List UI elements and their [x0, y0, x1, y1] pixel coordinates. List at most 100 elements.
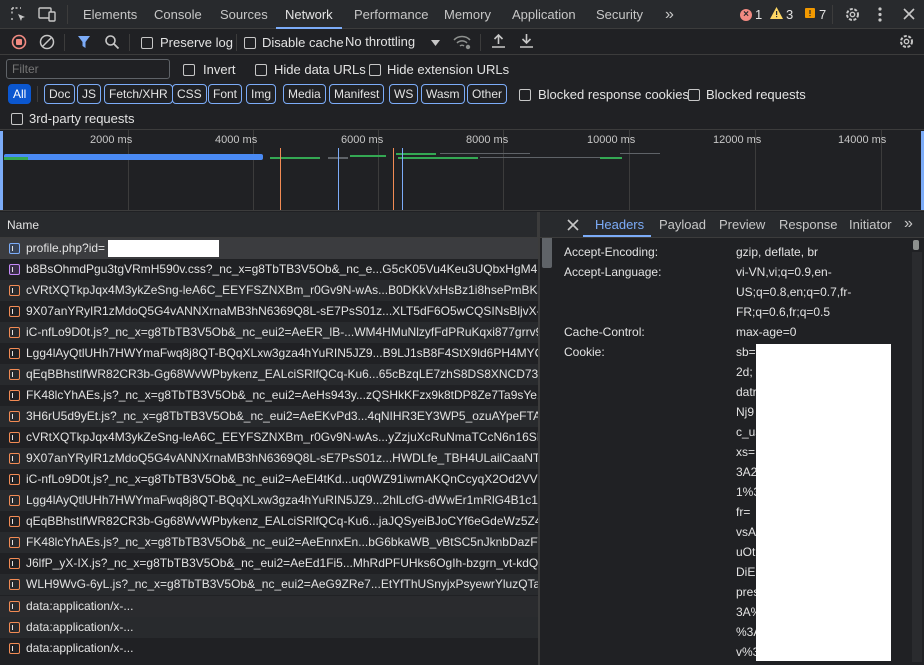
- request-row[interactable]: 9X07anYRyIR1zMdoQ5G4vANNXrnaMB3hN6369Q8L…: [0, 301, 538, 322]
- filter-chip-img[interactable]: Img: [246, 84, 277, 104]
- tab-performance[interactable]: Performance: [354, 0, 428, 29]
- request-name: FK48lcYhAEs.js?_nc_x=g8TbTB3V5Ob&_nc_eui…: [26, 535, 538, 549]
- throttling-select[interactable]: No throttling: [345, 34, 441, 49]
- tab-console[interactable]: Console: [154, 0, 202, 29]
- checkbox-box[interactable]: [11, 112, 23, 125]
- tab-payload[interactable]: Payload: [659, 217, 706, 232]
- device-toolbar-icon[interactable]: [38, 6, 56, 26]
- request-row[interactable]: cVRtXQTkpJqx4M3ykZeSng-leA6C_EEYFSZNXBm_…: [0, 280, 538, 301]
- request-row[interactable]: 3H6rU5d9yEt.js?_nc_x=g8TbTB3V5Ob&_nc_eui…: [0, 406, 538, 427]
- tab-sources[interactable]: Sources: [220, 0, 268, 29]
- hide-extension-urls-checkbox[interactable]: Hide extension URLs: [369, 62, 509, 77]
- request-row[interactable]: FK48lcYhAEs.js?_nc_x=g8TbTB3V5Ob&_nc_eui…: [0, 532, 538, 553]
- more-tabs-button[interactable]: »: [665, 0, 674, 29]
- filter-chip-font[interactable]: Font: [208, 84, 243, 104]
- details-scroll-up-icon[interactable]: [913, 240, 919, 250]
- filter-chip-fetch-xhr[interactable]: Fetch/XHR: [104, 84, 173, 104]
- request-row[interactable]: data:application/x-...: [0, 596, 538, 617]
- blocked-requests-checkbox[interactable]: Blocked requests: [688, 87, 806, 102]
- third-party-requests-checkbox[interactable]: 3rd-party requests: [11, 111, 135, 126]
- script-icon: [9, 558, 20, 569]
- issues-counter[interactable]: 7: [804, 7, 826, 22]
- invert-checkbox[interactable]: Invert: [183, 62, 236, 77]
- script-icon: [9, 537, 20, 548]
- clear-icon[interactable]: [39, 34, 55, 53]
- request-row[interactable]: WLH9WvG-6yL.js?_nc_x=g8TbTB3V5Ob&_nc_eui…: [0, 574, 538, 595]
- more-detail-tabs-button[interactable]: »: [904, 215, 913, 233]
- tab-initiator[interactable]: Initiator: [849, 217, 892, 232]
- request-table-header[interactable]: Name: [0, 212, 538, 238]
- request-row[interactable]: iC-nfLo9D0t.js?_nc_x=g8TbTB3V5Ob&_nc_eui…: [0, 469, 538, 490]
- network-conditions-wifi-icon[interactable]: [453, 34, 471, 53]
- filter-chip-other[interactable]: Other: [467, 84, 508, 104]
- disable-cache-checkbox[interactable]: Disable cache: [244, 35, 344, 50]
- request-name: qEqBBhstIfWR82CR3b-Gg68WvWPbykenz_EALciS…: [26, 367, 538, 381]
- more-options-icon[interactable]: [876, 6, 884, 26]
- tab-application[interactable]: Application: [512, 0, 576, 29]
- filter-funnel-icon[interactable]: [77, 35, 91, 52]
- overview-tick-label: 12000 ms: [713, 134, 762, 146]
- header-value: Nj9: [736, 405, 755, 419]
- request-row[interactable]: data:application/x-...: [0, 617, 538, 638]
- filter-chip-ws[interactable]: WS: [389, 84, 419, 104]
- preserve-log-checkbox[interactable]: Preserve log: [141, 35, 233, 50]
- request-row[interactable]: iC-nfLo9D0t.js?_nc_x=g8TbTB3V5Ob&_nc_eui…: [0, 322, 538, 343]
- network-toolbar: Preserve log Disable cache No throttling: [0, 30, 924, 55]
- script-icon: [9, 516, 20, 527]
- error-counter[interactable]: × 1: [740, 7, 762, 22]
- filter-chip-js[interactable]: JS: [77, 84, 102, 104]
- checkbox-box[interactable]: [369, 63, 381, 76]
- search-icon[interactable]: [104, 34, 120, 53]
- close-details-icon[interactable]: [567, 219, 579, 234]
- export-har-download-icon[interactable]: [519, 33, 534, 52]
- pane-splitter[interactable]: [538, 212, 540, 665]
- tab-response[interactable]: Response: [779, 217, 838, 232]
- network-settings-gear-icon[interactable]: [898, 33, 915, 53]
- tab-headers[interactable]: Headers: [595, 217, 644, 232]
- request-row[interactable]: J6lfP_yX-IX.js?_nc_x=g8TbTB3V5Ob&_nc_eui…: [0, 553, 538, 574]
- warning-counter[interactable]: 3: [770, 7, 793, 22]
- hide-data-urls-checkbox[interactable]: Hide data URLs: [255, 62, 366, 77]
- close-devtools-icon[interactable]: [903, 8, 915, 23]
- inspect-element-icon[interactable]: [10, 6, 27, 26]
- tab-network[interactable]: Network: [276, 0, 342, 29]
- checkbox-box[interactable]: [519, 88, 531, 101]
- filter-chip-manifest[interactable]: Manifest: [329, 84, 385, 104]
- filter-chip-all[interactable]: All: [8, 84, 32, 104]
- filter-input[interactable]: [6, 59, 170, 79]
- tab-security[interactable]: Security: [596, 0, 643, 29]
- tab-preview[interactable]: Preview: [719, 217, 765, 232]
- request-row[interactable]: cVRtXQTkpJqx4M3ykZeSng-leA6C_EEYFSZNXBm_…: [0, 427, 538, 448]
- blocked-response-cookies-checkbox[interactable]: Blocked response cookies: [519, 87, 689, 102]
- request-row[interactable]: FK48lcYhAEs.js?_nc_x=g8TbTB3V5Ob&_nc_eui…: [0, 385, 538, 406]
- checkbox-box[interactable]: [141, 36, 153, 49]
- request-row[interactable]: qEqBBhstIfWR82CR3b-Gg68WvWPbykenz_EALciS…: [0, 364, 538, 385]
- checkbox-box[interactable]: [244, 36, 256, 49]
- tab-elements[interactable]: Elements: [83, 0, 137, 29]
- request-name: b8BsOhmdPgu3tgVRmH590v.css?_nc_x=g8TbTB3…: [26, 262, 538, 276]
- filter-chip-wasm[interactable]: Wasm: [421, 84, 465, 104]
- request-row[interactable]: b8BsOhmdPgu3tgVRmH590v.css?_nc_x=g8TbTB3…: [0, 259, 538, 280]
- filter-chip-media[interactable]: Media: [283, 84, 326, 104]
- record-stop-icon[interactable]: [11, 34, 27, 53]
- import-har-upload-icon[interactable]: [491, 33, 506, 52]
- column-name-header[interactable]: Name: [7, 218, 39, 232]
- request-row[interactable]: qEqBBhstIfWR82CR3b-Gg68WvWPbykenz_EALciS…: [0, 511, 538, 532]
- filter-chip-css[interactable]: CSS: [172, 84, 207, 104]
- request-row[interactable]: 9X07anYRyIR1zMdoQ5G4vANNXrnaMB3hN6369Q8L…: [0, 448, 538, 469]
- header-value: sb=: [736, 345, 756, 359]
- details-scrollbar-track[interactable]: [912, 252, 922, 662]
- checkbox-box[interactable]: [688, 88, 700, 101]
- tab-memory[interactable]: Memory: [444, 0, 491, 29]
- request-row[interactable]: data:application/x-...: [0, 638, 538, 659]
- request-row[interactable]: Lgg4lAyQtlUHh7HWYmaFwq8j8QT-BQqXLxw3gza4…: [0, 490, 538, 511]
- checkbox-box[interactable]: [255, 63, 267, 76]
- checkbox-box[interactable]: [183, 63, 195, 76]
- settings-gear-icon[interactable]: [844, 6, 861, 26]
- filter-chip-doc[interactable]: Doc: [44, 84, 76, 104]
- overview-waterfall-graphic: [4, 148, 660, 210]
- request-row[interactable]: Lgg4lAyQtlUHh7HWYmaFwq8j8QT-BQqXLxw3gza4…: [0, 343, 538, 364]
- header-key: Accept-Language:: [564, 265, 662, 279]
- request-name: 9X07anYRyIR1zMdoQ5G4vANNXrnaMB3hN6369Q8L…: [26, 451, 538, 465]
- request-row[interactable]: profile.php?id=: [0, 238, 538, 259]
